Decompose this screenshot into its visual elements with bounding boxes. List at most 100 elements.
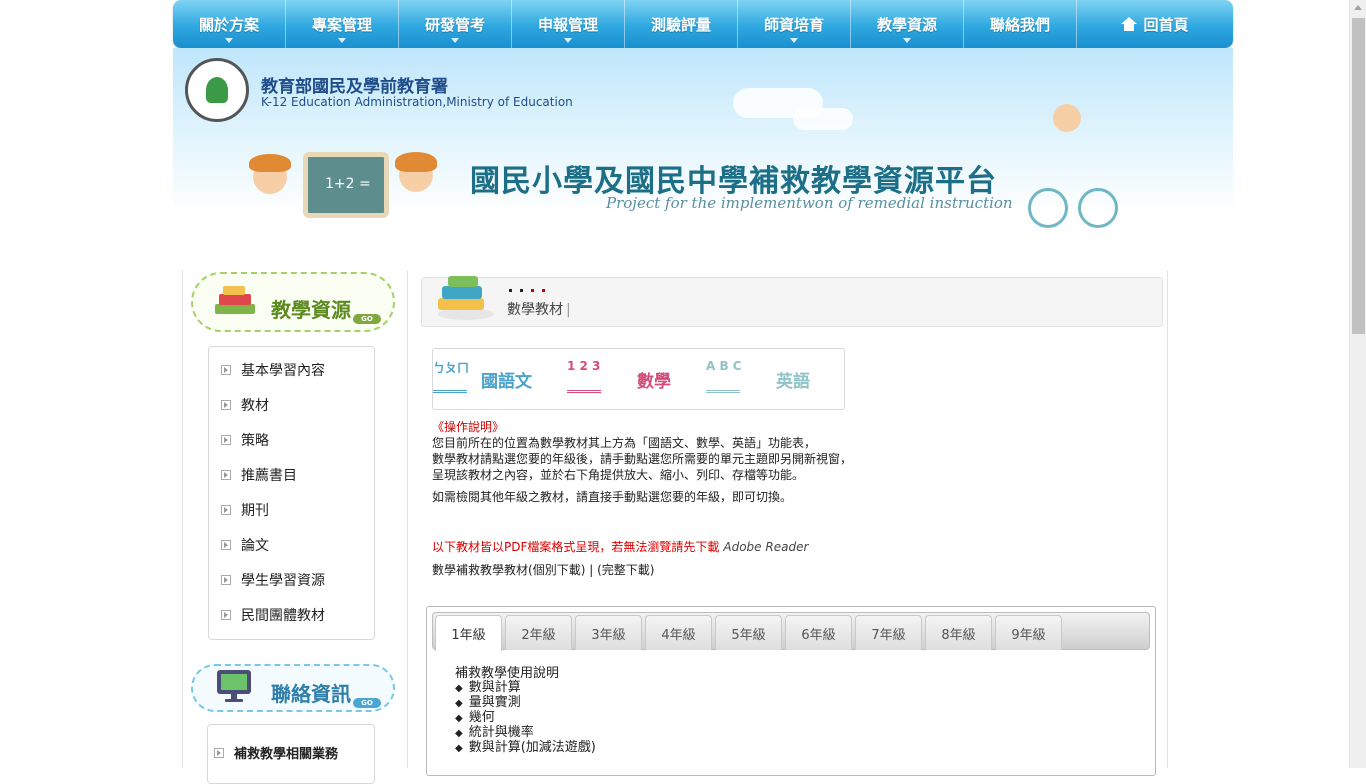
sidebar-menu: 基本學習內容 教材 策略 推薦書目 期刊 論文 學生學習資源 民間團體教材 [208, 346, 375, 640]
instructions-line: 您目前所在的位置為數學教材其上方為「國語文、數學、英語」功能表， [432, 436, 817, 450]
subject-underline [706, 383, 740, 393]
list-item[interactable]: 量與實測 [455, 696, 596, 711]
sidebar-title: 教學資源 [271, 298, 351, 322]
subject-tab-math[interactable]: 1 2 3 數學 [567, 349, 705, 409]
sidebar-header-contact[interactable]: 聯絡資訊 GO [191, 664, 395, 712]
adobe-reader-link[interactable]: Adobe Reader [723, 540, 808, 554]
scroll-up-arrow-icon[interactable] [1354, 5, 1362, 10]
subject-glyph: ㄅㄆㄇ [433, 361, 470, 375]
sidebar-item-ngo-materials[interactable]: 民間團體教材 [221, 605, 325, 625]
books-icon [438, 276, 494, 320]
nav-assessment[interactable]: 測驗評量 [625, 0, 738, 48]
subject-label: 英語 [776, 372, 810, 392]
download-line: 數學補救教學教材(個別下載) | (完整下載) [432, 561, 654, 578]
tab-grade-5[interactable]: 5年級 [715, 615, 782, 650]
download-prefix: 數學補救教學教材 [432, 563, 529, 577]
sidebar-item-theses[interactable]: 論文 [221, 535, 269, 555]
tab-grade-8[interactable]: 8年級 [925, 615, 992, 650]
tab-grade-1[interactable]: 1年級 [435, 615, 502, 651]
sidebar-item-label: 推薦書目 [241, 468, 297, 484]
contact-item-remedial[interactable]: 補救教學相關業務 [214, 743, 338, 762]
text-caret: | [566, 302, 571, 318]
cyclist-illustration [1053, 104, 1081, 132]
list-item[interactable]: 數與計算(加減法遊戲) [455, 741, 596, 756]
subject-tab-english[interactable]: A B C 英語 [706, 349, 844, 409]
tab-grade-2[interactable]: 2年級 [505, 615, 572, 650]
nav-report[interactable]: 申報管理 [512, 0, 625, 48]
site-subtitle: Project for the implementwon of remedial… [606, 194, 1013, 212]
nav-teacher[interactable]: 師資培育 [738, 0, 851, 48]
main-content: 數學教材 | ㄅㄆㄇ 國語文 1 2 3 數學 A B C 英語 《操作說明》 您… [408, 270, 1168, 776]
grade-panel: 1年級 2年級 3年級 4年級 5年級 6年級 7年級 8年級 9年級 補救教學… [426, 606, 1156, 776]
sidebar: 教學資源 GO 基本學習內容 教材 策略 推薦書目 期刊 論文 學生學習資源 民… [182, 270, 408, 784]
nav-contact[interactable]: 聯絡我們 [964, 0, 1077, 48]
page: 關於方案 專案管理 研發管考 申報管理 測驗評量 師資培育 教學資源 聯絡我們 … [173, 0, 1233, 784]
expand-icon [214, 747, 224, 758]
list-item[interactable]: 統計與機率 [455, 726, 596, 741]
vertical-scrollbar[interactable] [1349, 0, 1366, 768]
tab-grade-7[interactable]: 7年級 [855, 615, 922, 650]
subject-glyph: 1 2 3 [567, 359, 601, 373]
nav-label: 師資培育 [763, 15, 824, 34]
go-badge[interactable]: GO [353, 314, 381, 324]
subject-label: 國語文 [481, 372, 532, 392]
tab-grade-3[interactable]: 3年級 [575, 615, 642, 650]
expand-icon [221, 610, 231, 620]
sidebar-item-label: 期刊 [241, 503, 269, 519]
sidebar-item-journals[interactable]: 期刊 [221, 500, 269, 520]
download-separator: | [585, 563, 598, 577]
download-individual-link[interactable]: (個別下載) [528, 563, 585, 577]
nav-resources[interactable]: 教學資源 [851, 0, 964, 48]
sidebar-header-resources[interactable]: 教學資源 GO [191, 272, 395, 332]
nav-home[interactable]: 回首頁 [1077, 0, 1233, 48]
instructions-line: 呈現該教材之內容，並於右下角提供放大、縮小、列印、存檔等功能。 [432, 468, 805, 482]
subject-underline [567, 383, 601, 393]
nav-label: 申報管理 [537, 15, 598, 34]
contact-menu: 補救教學相關業務 [207, 724, 375, 784]
contact-title: 聯絡資訊 [271, 682, 351, 706]
nav-about[interactable]: 關於方案 [173, 0, 286, 48]
tab-grade-6[interactable]: 6年級 [785, 615, 852, 650]
top-nav: 關於方案 專案管理 研發管考 申報管理 測驗評量 師資培育 教學資源 聯絡我們 … [173, 0, 1233, 48]
chevron-down-icon [338, 38, 346, 43]
list-item[interactable]: 幾何 [455, 711, 596, 726]
go-badge[interactable]: GO [353, 698, 381, 708]
ministry-seal-logo[interactable] [185, 58, 249, 122]
tab-grade-9[interactable]: 9年級 [995, 615, 1062, 650]
instructions-title: 《操作說明》 [432, 420, 505, 434]
nav-label: 測驗評量 [650, 15, 711, 34]
home-icon [1121, 17, 1138, 31]
chevron-down-icon [564, 38, 572, 43]
sidebar-item-materials[interactable]: 教材 [221, 395, 269, 415]
nav-project[interactable]: 專案管理 [286, 0, 399, 48]
subject-tabs: ㄅㄆㄇ 國語文 1 2 3 數學 A B C 英語 [432, 348, 845, 410]
grade-content-title[interactable]: 補救教學使用說明 [455, 667, 596, 681]
sidebar-item-basic-content[interactable]: 基本學習內容 [221, 360, 325, 380]
instructions-line: 數學教材請點選您要的年級後，請手動點選您所需要的單元主題即另開新視窗， [432, 452, 853, 466]
grade-content: 補救教學使用說明 數與計算 量與實測 幾何 統計與機率 數與計算(加減法遊戲) [455, 667, 596, 756]
instructions-line: 如需檢閱其他年級之教材，請直接手動點選您要的年級，即可切換。 [432, 490, 793, 504]
subject-tab-chinese[interactable]: ㄅㄆㄇ 國語文 [433, 349, 571, 409]
tab-grade-4[interactable]: 4年級 [645, 615, 712, 650]
chevron-down-icon [790, 38, 798, 43]
nav-label: 專案管理 [311, 15, 372, 34]
nav-label: 回首頁 [1143, 15, 1189, 34]
sidebar-item-student-resources[interactable]: 學生學習資源 [221, 570, 325, 590]
expand-icon [221, 575, 231, 585]
download-complete-link[interactable]: (完整下載) [597, 563, 654, 577]
banner: 教育部國民及學前教育署 K-12 Education Administratio… [173, 48, 1233, 270]
sidebar-item-label: 學生學習資源 [241, 573, 325, 589]
nav-label: 聯絡我們 [989, 15, 1050, 34]
nav-label: 教學資源 [876, 15, 937, 34]
expand-icon [221, 435, 231, 445]
scrollbar-thumb[interactable] [1352, 18, 1365, 334]
nav-rd[interactable]: 研發管考 [399, 0, 512, 48]
cloud-decoration [793, 108, 853, 130]
list-item[interactable]: 數與計算 [455, 681, 596, 696]
sidebar-item-strategies[interactable]: 策略 [221, 430, 269, 450]
bicycle-wheel-illustration [1078, 188, 1118, 228]
sidebar-item-books[interactable]: 推薦書目 [221, 465, 297, 485]
sidebar-item-label: 基本學習內容 [241, 363, 325, 379]
expand-icon [221, 505, 231, 515]
breadcrumb-label: 數學教材 [507, 302, 563, 318]
